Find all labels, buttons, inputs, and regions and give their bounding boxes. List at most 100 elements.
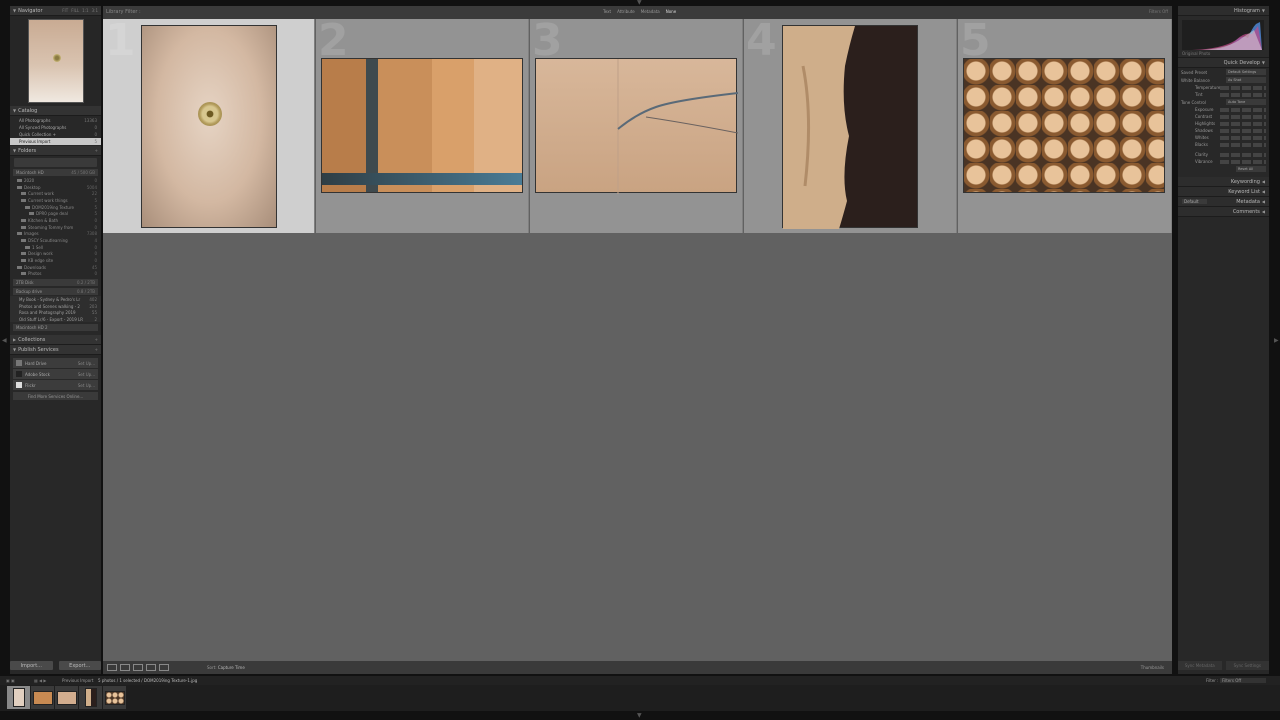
white-balance-select[interactable]: As Shot [1226, 77, 1266, 83]
folders-header[interactable]: ▼ Folders + [10, 146, 101, 156]
keywording-header[interactable]: Keywording ◀ [1178, 177, 1269, 187]
grid-cell[interactable]: 3 [530, 19, 743, 233]
keyword-list-header[interactable]: Keyword List ◀ [1178, 187, 1269, 197]
zoom-fill[interactable]: FILL [71, 8, 79, 13]
adjust-buttons[interactable] [1220, 128, 1266, 133]
publish-service-row[interactable]: Flickr Set Up... [13, 380, 98, 391]
filmstrip-source[interactable]: Previous Import [62, 678, 93, 683]
metadata-header[interactable]: Default Metadata ◀ [1178, 197, 1269, 207]
add-folder-icon[interactable]: + [95, 148, 98, 153]
reset-all-button[interactable]: Reset All [1236, 166, 1266, 172]
grid-cell[interactable]: 4 [744, 19, 957, 233]
filmstrip-thumb-selected[interactable] [7, 686, 30, 709]
thumbnail-size-slider[interactable]: Thumbnails [1141, 665, 1164, 670]
folder-row[interactable]: Images 7308 [10, 231, 101, 238]
adjust-buttons[interactable] [1220, 107, 1266, 112]
import-button[interactable]: Import... [10, 661, 53, 670]
quick-develop-header[interactable]: Quick Develop ▼ [1178, 58, 1269, 68]
adjust-buttons[interactable] [1220, 114, 1266, 119]
filter-mode-none[interactable]: None [666, 9, 676, 14]
filter-mode-text[interactable]: Text [603, 9, 611, 14]
loupe-view-icon[interactable] [120, 664, 130, 671]
auto-tone-button[interactable]: Auto Tone [1226, 99, 1266, 105]
adjust-buttons[interactable] [1220, 135, 1266, 140]
filmstrip-filter-select[interactable]: Filters Off [1220, 678, 1266, 683]
folder-row[interactable]: Desktop 5004 [10, 184, 101, 191]
navigator-zoom-options[interactable]: FIT FILL 1:1 3:1 [62, 8, 98, 13]
service-setup-link[interactable]: Set Up... [78, 372, 95, 377]
catalog-item[interactable]: All Photographs 13363 [10, 117, 101, 124]
sort-control[interactable]: Sort: Capture Time [207, 665, 245, 670]
export-button[interactable]: Export... [58, 661, 101, 670]
metadata-preset-select[interactable]: Default [1182, 199, 1207, 204]
folder-row[interactable]: Downloads 45 [10, 264, 101, 271]
people-view-icon[interactable] [159, 664, 169, 671]
saved-preset-select[interactable]: Default Settings [1226, 69, 1266, 75]
collections-header[interactable]: ▶ Collections + [10, 335, 101, 346]
filter-mode-metadata[interactable]: Metadata [641, 9, 660, 14]
publish-services-header[interactable]: ▼ Publish Services + [10, 345, 101, 356]
folder-row[interactable]: Kitchen & Bath 0 [10, 217, 101, 224]
catalog-item-selected[interactable]: Previous Import 5 [10, 138, 101, 145]
histogram-header[interactable]: Histogram ▼ [1178, 6, 1269, 16]
publish-service-row[interactable]: Hard Drive Set Up... [13, 358, 98, 369]
left-panel-toggle-icon[interactable]: ◀ [2, 338, 7, 344]
folder-row[interactable]: DPR0 page deal 5 [10, 210, 101, 217]
grid-view-icon[interactable] [107, 664, 117, 671]
folder-row[interactable]: DOM2019ing Texture 5 [10, 204, 101, 211]
folder-row[interactable]: DSCY Scoutlearning 4 [10, 237, 101, 244]
publish-service-row[interactable]: Adobe Stock Set Up... [13, 369, 98, 380]
zoom-1-1[interactable]: 1:1 [82, 8, 88, 13]
folder-search-input[interactable] [14, 158, 97, 167]
grid-cell-selected[interactable]: 1 [103, 19, 315, 233]
grid-cell[interactable]: 5 [958, 19, 1172, 233]
secondary-window-icon[interactable]: ▣ ▣ [6, 678, 15, 683]
folder-row[interactable]: Current work things 5 [10, 197, 101, 204]
bottom-panel-toggle-icon[interactable]: ▼ [637, 713, 642, 719]
find-more-services-button[interactable]: Find More Services Online... [13, 392, 98, 401]
sync-settings-button[interactable]: Sync Settings [1225, 661, 1269, 670]
volume-bar[interactable]: Backup drive 0.8 / 2TB [13, 288, 98, 296]
folder-row[interactable]: 2020 0 [10, 177, 101, 184]
adjust-buttons[interactable] [1220, 92, 1266, 97]
folder-row[interactable]: Design work 0 [10, 251, 101, 258]
adjust-buttons[interactable] [1220, 152, 1266, 157]
folder-row[interactable]: 1 Sell 0 [10, 244, 101, 251]
volume-bar[interactable]: Macintosh HD 45 / 500 GB [13, 169, 98, 176]
grid-nav-icons[interactable]: ▦ ◀ ▶ [34, 678, 46, 683]
folder-row[interactable]: Current work 22 [10, 190, 101, 197]
filmstrip-thumb[interactable] [79, 686, 102, 709]
filmstrip-thumb[interactable] [31, 686, 54, 709]
folder-row[interactable]: Photos 0 [10, 271, 101, 278]
service-setup-link[interactable]: Set Up... [78, 361, 95, 366]
right-panel-toggle-icon[interactable]: ▶ [1274, 338, 1279, 344]
comments-header[interactable]: Comments ◀ [1178, 207, 1269, 217]
volume-bar[interactable]: 2TB Disk 0.2 / 2TB [13, 279, 98, 287]
catalog-item[interactable]: All Synced Photographs 0 [10, 124, 101, 131]
adjust-buttons[interactable] [1220, 159, 1266, 164]
filter-preset-select[interactable]: Filters Off [1149, 9, 1168, 14]
catalog-item[interactable]: Quick Collection + 0 [10, 131, 101, 138]
navigator-preview[interactable] [10, 16, 101, 106]
filter-mode-attribute[interactable]: Attribute [617, 9, 635, 14]
filmstrip-thumb[interactable] [55, 686, 78, 709]
add-service-icon[interactable]: + [95, 347, 98, 352]
volume-bar[interactable]: Macintosh HD 2 [13, 324, 98, 332]
compare-view-icon[interactable] [133, 664, 143, 671]
adjust-buttons[interactable] [1220, 121, 1266, 126]
histogram[interactable]: Original Photo [1178, 16, 1269, 58]
folder-row[interactable]: KB edge site 0 [10, 257, 101, 264]
sync-metadata-button[interactable]: Sync Metadata [1178, 661, 1222, 670]
catalog-header[interactable]: ▼ Catalog [10, 106, 101, 116]
backup-folder-row[interactable]: Old Stuff Lr/6 - Export - 2019 LR 2 [10, 315, 101, 323]
folder-row[interactable]: Steaming Tommy from 0 [10, 224, 101, 231]
adjust-buttons[interactable] [1220, 85, 1266, 90]
grid-cell[interactable]: 2 [316, 19, 529, 233]
filmstrip-thumb[interactable] [103, 686, 126, 709]
zoom-3-1[interactable]: 3:1 [92, 8, 98, 13]
navigator-header[interactable]: ▼ Navigator FIT FILL 1:1 3:1 [10, 6, 101, 16]
zoom-fit[interactable]: FIT [62, 8, 68, 13]
service-setup-link[interactable]: Set Up... [78, 383, 95, 388]
survey-view-icon[interactable] [146, 664, 156, 671]
add-collection-icon[interactable]: + [95, 337, 98, 342]
